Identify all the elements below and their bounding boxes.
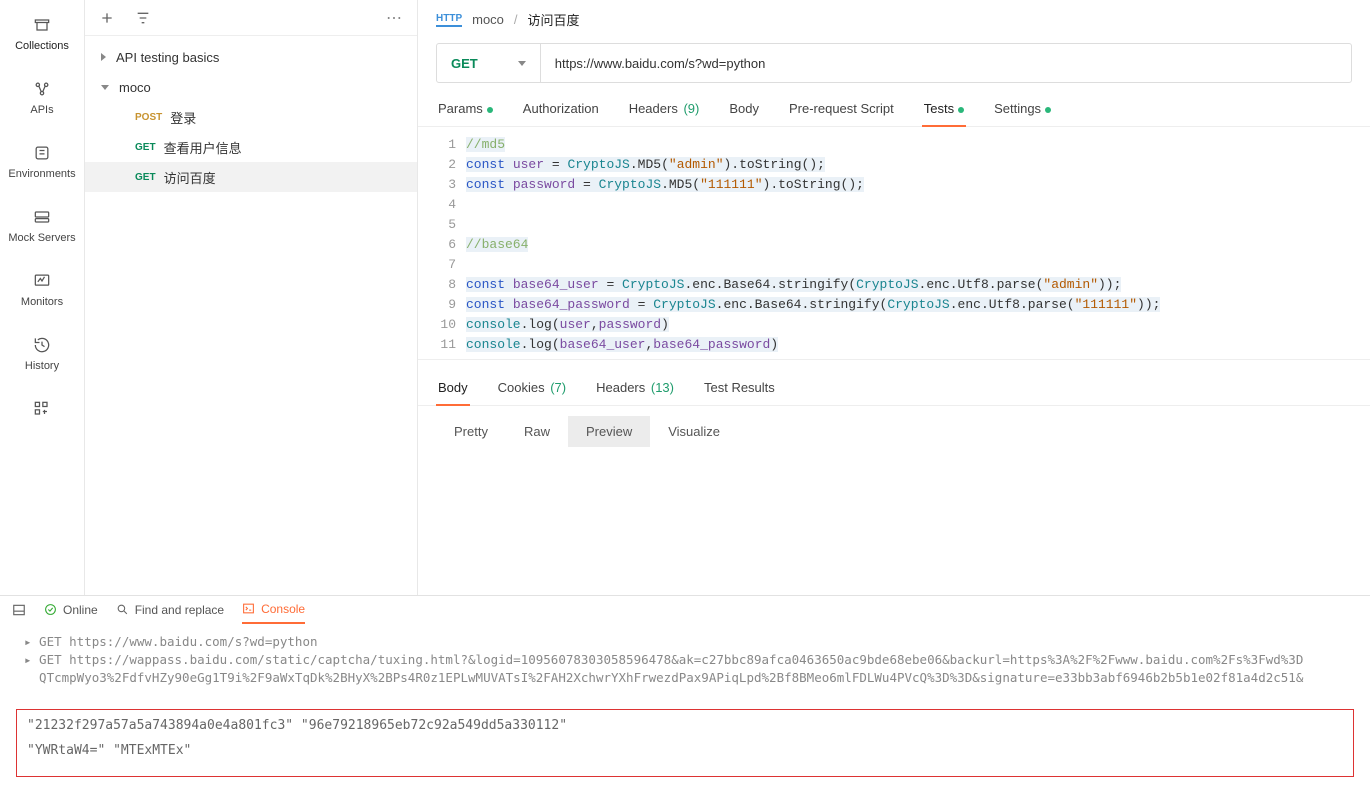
crumb-collection[interactable]: moco (472, 12, 504, 27)
view-button[interactable]: Raw (506, 416, 568, 447)
method-select[interactable]: GET (437, 44, 541, 82)
console-line: QTcmpWyo3%2FdfvHZy90eGg1T9i%2F9aWxTqDk%2… (24, 669, 1354, 687)
grid-plus-icon (31, 398, 53, 420)
rail-apis[interactable]: APIs (0, 70, 84, 124)
collection-row[interactable]: moco (85, 72, 417, 102)
rail-label: Collections (15, 40, 69, 52)
rail-label: Mock Servers (8, 232, 75, 244)
collection-name: API testing basics (116, 50, 219, 65)
request-row[interactable]: GET 查看用户信息 (85, 132, 417, 162)
find-replace[interactable]: Find and replace (116, 603, 224, 617)
view-button[interactable]: Pretty (436, 416, 506, 447)
url-input[interactable]: https://www.baidu.com/s?wd=python (541, 44, 1351, 82)
breadcrumb: HTTP moco / 访问百度 (418, 0, 1370, 39)
indicator-dot-icon (487, 107, 493, 113)
console-result-line: "21232f297a57a5a743894a0e4a801fc3" "96e7… (27, 718, 1343, 733)
rail-label: APIs (30, 104, 53, 116)
rail-label: Monitors (21, 296, 63, 308)
request-row[interactable]: POST 登录 (85, 102, 417, 132)
chevron-right-icon (101, 53, 106, 61)
rail-label: History (25, 360, 59, 372)
history-icon (31, 334, 53, 356)
view-button[interactable]: Preview (568, 416, 650, 447)
request-tab[interactable]: Body (727, 95, 761, 126)
sidebar-rail: Collections APIs Environments Mock Serve… (0, 0, 85, 595)
console-toggle[interactable]: Console (242, 596, 305, 624)
chevron-down-icon (518, 61, 526, 66)
request-row[interactable]: GET 访问百度 (85, 162, 417, 192)
more-icon[interactable]: ⋯ (381, 4, 409, 32)
archive-icon (31, 14, 53, 36)
url-row: GET https://www.baidu.com/s?wd=python (436, 43, 1352, 83)
environments-icon (31, 142, 53, 164)
collection-row[interactable]: API testing basics (85, 42, 417, 72)
rail-collections[interactable]: Collections (0, 6, 84, 60)
method-value: GET (451, 56, 478, 71)
request-tabs: Params Authorization Headers (9) Body Pre-re… (418, 83, 1370, 127)
request-area: HTTP moco / 访问百度 GET https://www.baidu.c… (418, 0, 1370, 595)
code-content: //md5const user = CryptoJS.MD5("admin").… (466, 131, 1370, 359)
rail-environments[interactable]: Environments (0, 134, 84, 188)
response-tab[interactable]: Test Results (702, 374, 777, 405)
collection-panel: ⋯ API testing basicsmocoPOST登录GET查看用户信息G… (85, 0, 418, 595)
console-line: ▸ GET https://www.baidu.com/s?wd=python (24, 633, 1354, 651)
request-tab[interactable]: Pre-request Script (787, 95, 896, 126)
status-bar: Online Find and replace Console (0, 595, 1370, 623)
panel-toggle[interactable] (12, 603, 26, 617)
rail-more[interactable] (0, 390, 84, 428)
rail-label: Environments (8, 168, 75, 180)
collection-name: moco (119, 80, 151, 95)
url-text: https://www.baidu.com/s?wd=python (555, 56, 766, 71)
indicator-dot-icon (1045, 107, 1051, 113)
method-badge: GET (135, 142, 156, 153)
crumb-sep: / (514, 12, 518, 27)
request-name: 登录 (170, 108, 196, 127)
monitor-icon (31, 270, 53, 292)
method-badge: GET (135, 172, 156, 183)
crumb-request[interactable]: 访问百度 (528, 10, 580, 29)
response-tab[interactable]: Body (436, 374, 470, 405)
server-icon (31, 206, 53, 228)
request-tab[interactable]: Settings (992, 95, 1053, 126)
online-status[interactable]: Online (44, 603, 98, 617)
console-output: ▸ GET https://www.baidu.com/s?wd=python▸… (0, 623, 1370, 697)
request-name: 查看用户信息 (164, 138, 242, 157)
request-name: 访问百度 (164, 168, 216, 187)
http-badge-icon: HTTP (436, 13, 462, 27)
request-tab[interactable]: Authorization (521, 95, 601, 126)
code-editor[interactable]: 1234567891011 //md5const user = CryptoJS… (418, 131, 1370, 360)
response-tab[interactable]: Headers (13) (594, 374, 676, 405)
chevron-down-icon (101, 85, 109, 90)
indicator-dot-icon (958, 107, 964, 113)
collection-toolbar: ⋯ (85, 0, 417, 36)
add-button[interactable] (93, 4, 121, 32)
request-tab[interactable]: Tests (922, 95, 966, 126)
console-result-line: "YWRtaW4=" "MTExMTEx" (27, 743, 1343, 758)
apis-icon (31, 78, 53, 100)
request-tab[interactable]: Params (436, 95, 495, 126)
response-view-buttons: PrettyRawPreviewVisualize (418, 406, 1370, 507)
request-tab[interactable]: Headers (9) (627, 95, 702, 126)
line-gutter: 1234567891011 (418, 131, 466, 359)
rail-monitors[interactable]: Monitors (0, 262, 84, 316)
filter-button[interactable] (129, 4, 157, 32)
rail-mock-servers[interactable]: Mock Servers (0, 198, 84, 252)
response-tab[interactable]: Cookies (7) (496, 374, 568, 405)
console-line: ▸ GET https://wappass.baidu.com/static/c… (24, 651, 1354, 669)
rail-history[interactable]: History (0, 326, 84, 380)
response-tabs: Body Cookies (7) Headers (13) Test Results (418, 360, 1370, 406)
collection-tree: API testing basicsmocoPOST登录GET查看用户信息GET… (85, 36, 417, 192)
view-button[interactable]: Visualize (650, 416, 738, 447)
console-highlighted-output: "21232f297a57a5a743894a0e4a801fc3" "96e7… (16, 709, 1354, 777)
method-badge: POST (135, 112, 162, 123)
